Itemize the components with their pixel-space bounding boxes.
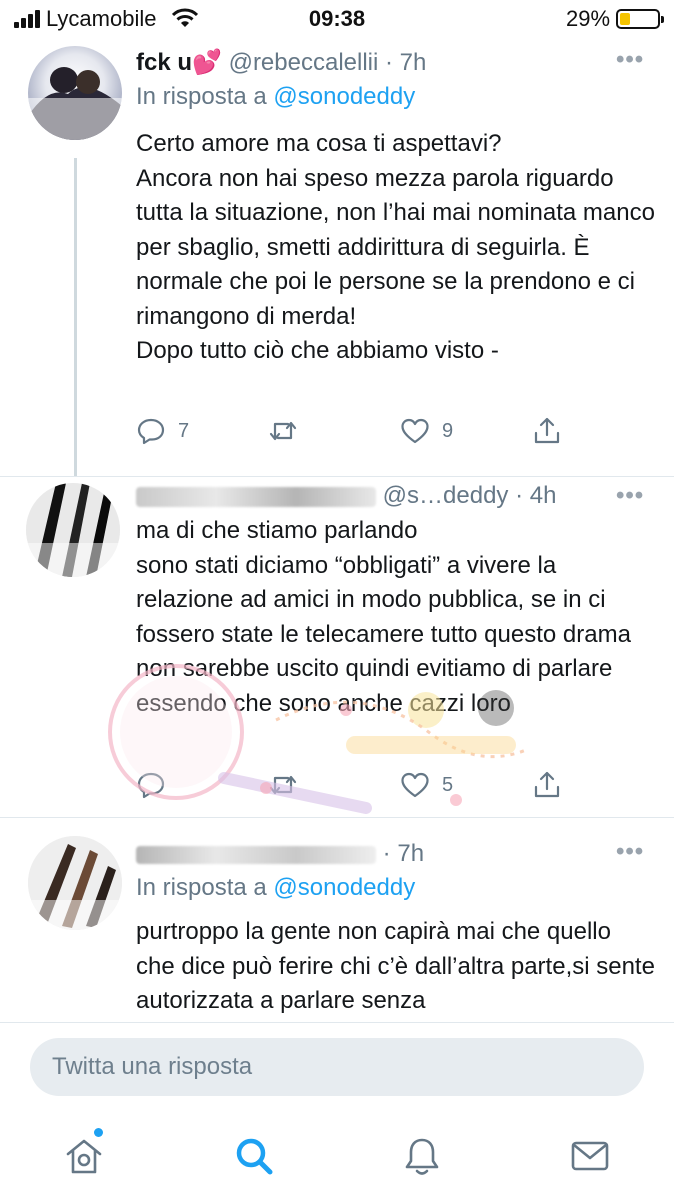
blurred-name [136, 486, 376, 507]
share-icon [534, 771, 560, 798]
avatar[interactable] [28, 46, 122, 140]
reply-icon [137, 418, 165, 445]
blurred-name [136, 845, 376, 864]
status-bar: Lycamobile 09:38 29% [0, 0, 674, 38]
messages-icon [571, 1141, 609, 1171]
reply-button[interactable]: 7 [136, 414, 189, 448]
reply-count: 7 [178, 419, 190, 442]
notifications-icon [405, 1138, 439, 1175]
tweet-text: ma di che stiamo parlando sono stati dic… [136, 517, 631, 717]
retweet-icon [269, 421, 297, 441]
search-icon [236, 1138, 273, 1175]
notification-dot [94, 1128, 103, 1137]
tweet-time: 4h [529, 482, 557, 509]
avatar[interactable] [28, 836, 122, 930]
reply-icon [137, 772, 165, 799]
battery-icon [616, 9, 664, 29]
retweet-button[interactable] [268, 414, 310, 448]
heart-icon [401, 418, 429, 444]
reply-prefix: In risposta a [136, 83, 267, 110]
reply-context: In risposta a @sonodeddy [136, 874, 415, 902]
avatar[interactable] [26, 483, 120, 577]
tweet-text: purtroppo la gente non capirà mai che qu… [136, 918, 655, 1014]
tab-search[interactable] [232, 1134, 276, 1178]
share-button[interactable] [532, 414, 562, 448]
more-options-icon[interactable]: ••• [616, 482, 644, 510]
battery-percentage: 29% [566, 6, 611, 31]
reply-input[interactable] [30, 1038, 644, 1096]
reply-context: In risposta a @sonodeddy [136, 83, 415, 111]
like-count: 9 [442, 419, 454, 442]
reply-button[interactable] [136, 768, 178, 802]
share-button[interactable] [532, 768, 562, 802]
tweet-time: 7h [399, 49, 427, 76]
tab-notifications[interactable] [400, 1134, 444, 1178]
avatar-photo [26, 483, 120, 577]
tweet[interactable]: @s…deddy · 4h ••• ma di che stiamo parla… [0, 477, 674, 817]
tweet-time: 7h [397, 840, 425, 867]
reply-composer[interactable] [30, 1038, 644, 1096]
retweet-icon [269, 775, 297, 795]
tweet[interactable]: fck u💕 @rebeccalellii · 7h ••• In rispos… [0, 38, 674, 478]
tab-home[interactable] [62, 1128, 106, 1178]
reply-mention[interactable]: @sonodeddy [273, 83, 415, 110]
more-options-icon[interactable]: ••• [616, 46, 644, 74]
avatar-photo [28, 836, 122, 930]
reply-prefix: In risposta a [136, 874, 267, 901]
user-handle[interactable]: @rebeccalellii [229, 49, 379, 76]
tweet[interactable]: · 7h ••• In risposta a @sonodeddy purtro… [0, 818, 674, 1022]
thread-line [74, 158, 77, 476]
tweet-actions: 7 9 [136, 414, 576, 448]
tweet-actions: 5 [136, 768, 576, 802]
bottom-tab-bar [0, 1112, 674, 1200]
tweet-header: · 7h [136, 840, 424, 868]
tweet-header: fck u💕 @rebeccalellii · 7h [136, 49, 427, 76]
retweet-button[interactable] [268, 768, 310, 802]
display-name[interactable]: fck u💕 [136, 49, 222, 76]
home-icon [66, 1139, 102, 1174]
share-icon [534, 417, 560, 444]
tab-messages[interactable] [568, 1134, 612, 1178]
user-handle[interactable]: @s…deddy [383, 482, 509, 509]
like-button[interactable]: 9 [400, 414, 453, 448]
like-count: 5 [442, 773, 454, 796]
more-options-icon[interactable]: ••• [616, 838, 644, 866]
tweet-text: Certo amore ma cosa ti aspettavi? Ancora… [136, 130, 655, 364]
tweet-header: @s…deddy · 4h [136, 482, 556, 510]
avatar-photo [28, 67, 122, 140]
reply-mention[interactable]: @sonodeddy [273, 874, 415, 901]
heart-icon [401, 772, 429, 798]
like-button[interactable]: 5 [400, 768, 453, 802]
